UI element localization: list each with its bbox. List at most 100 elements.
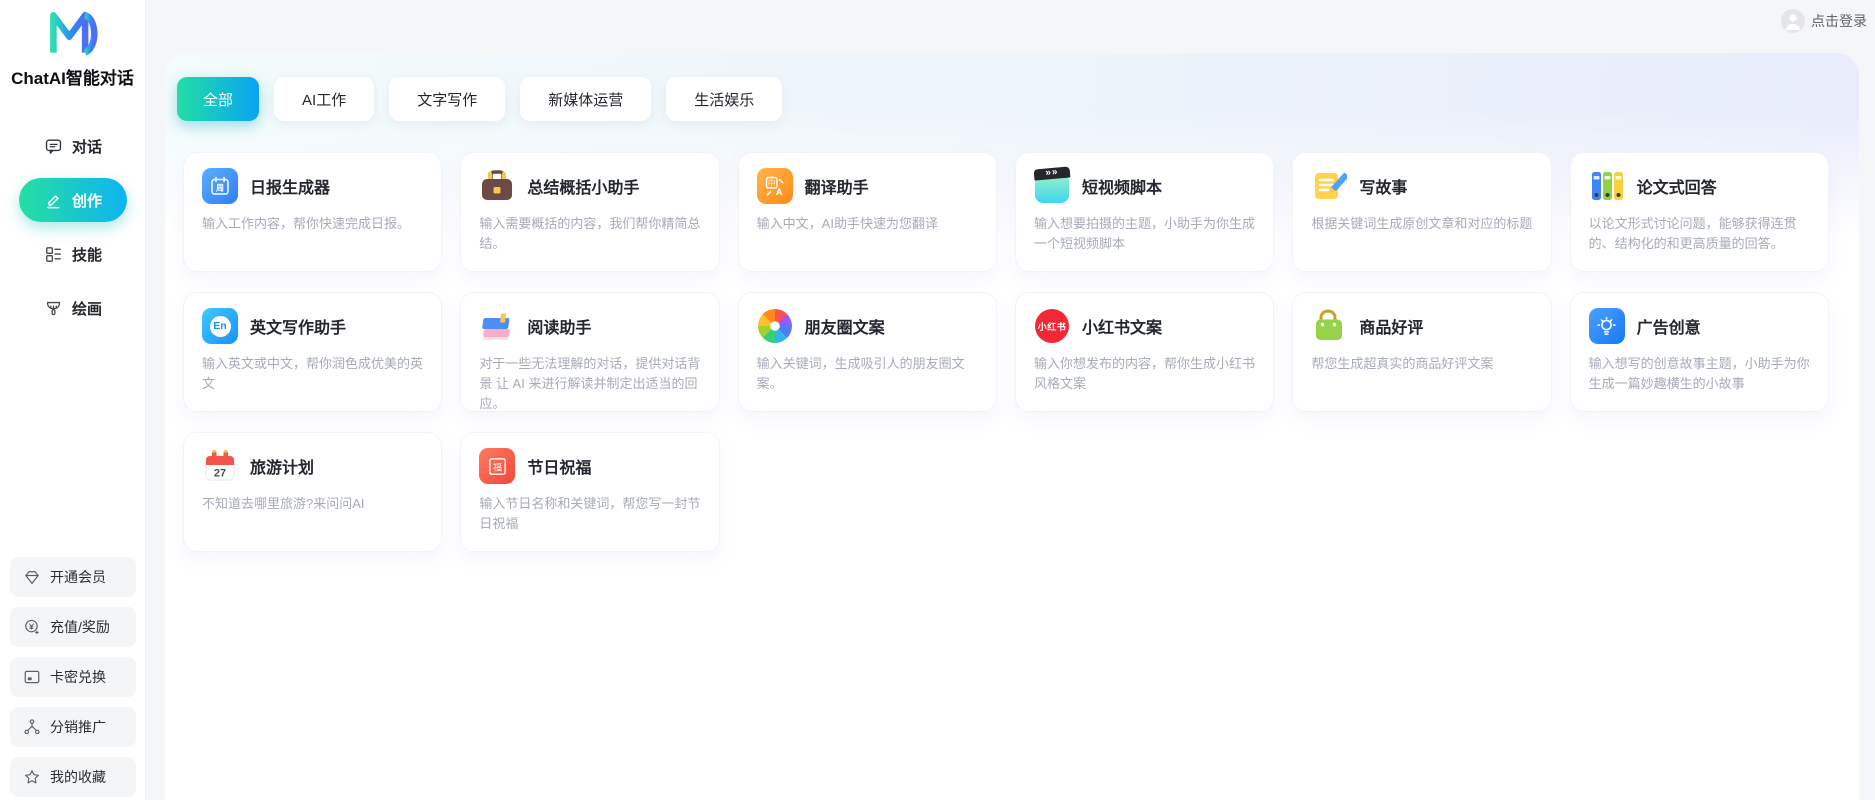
fu-icon: 福 (479, 448, 516, 484)
briefcase-icon (479, 168, 515, 204)
app-title: ChatAI智能对话 (11, 69, 134, 88)
sidebar-item-label: 技能 (71, 246, 102, 264)
card-desc: 输入想写的创意故事主题，小助手为你生成一篇妙趣横生的小故事 (1588, 356, 1810, 391)
card-title: 论文式回答 (1636, 180, 1717, 197)
calendar-27-icon: 27 (202, 448, 238, 484)
tab-label: 全部 (203, 91, 234, 109)
card-title: 英文写作助手 (250, 320, 347, 337)
card-desc: 以论文形式讨论问题，能够获得连贯的、结构化的和更高质量的回答。 (1588, 216, 1797, 251)
card-thesis-answer[interactable]: 论文式回答以论文形式讨论问题，能够获得连贯的、结构化的和更高质量的回答。 (1569, 152, 1829, 272)
card-translate[interactable]: 中 A 翻译助手输入中文，AI助手快速为您翻译 (737, 152, 997, 272)
card-reading[interactable]: 阅读助手对于一些无法理解的对话，提供对话背景 让 AI 来进行解读并制定出适当的… (460, 292, 720, 412)
card-moments-copy[interactable]: 朋友圈文案输入关键词，生成吸引人的朋友圈文案。 (737, 292, 997, 412)
card-summary[interactable]: 总结概括小助手输入需要概括的内容，我们帮你精简总结。 (460, 152, 720, 272)
card-header: 周 日报生成器 (202, 167, 423, 205)
card-title: 总结概括小助手 (527, 180, 640, 197)
gem-icon (23, 568, 41, 586)
share-network-icon (23, 718, 41, 736)
card-desc: 输入工作内容，帮你快速完成日报。 (202, 216, 411, 231)
card-ad-creative[interactable]: 广告创意输入想写的创意故事主题，小助手为你生成一篇妙趣横生的小故事 (1569, 292, 1829, 412)
sidebar-item-label: 充值/奖励 (50, 619, 110, 635)
sidebar-item-affiliate[interactable]: 分销推广 (10, 707, 136, 747)
card-desc: 输入英文或中文，帮你润色成优美的英文 (202, 356, 424, 391)
card-header: 27 旅游计划 (202, 447, 423, 485)
card-header: 中 A 翻译助手 (756, 167, 978, 205)
card-short-video[interactable]: »» 短视频脚本 输入想要拍摄的主题，小助手为你生成一个短视频脚本 (1015, 152, 1275, 272)
card-header: 论文式回答 (1589, 167, 1810, 205)
card-desc: 根据关键词生成原创文章和对应的标题 (1311, 216, 1533, 231)
card-daily-report[interactable]: 周 日报生成器输入工作内容，帮你快速完成日报。 (183, 152, 443, 272)
card-desc: 输入需要概括的内容，我们帮你精简总结。 (479, 216, 701, 251)
tab-ai-work[interactable]: AI工作 (274, 77, 375, 121)
card-story[interactable]: 写故事根据关键词生成原创文章和对应的标题 (1292, 152, 1552, 272)
sidebar-item-membership[interactable]: 开通会员 (10, 557, 136, 597)
binders-icon (1589, 168, 1625, 204)
sidebar-utilities: 开通会员充值/奖励卡密兑换分销推广我的收藏 (10, 557, 136, 797)
tab-label: 新媒体运营 (548, 91, 624, 109)
tool-card-grid: 周 日报生成器 输入工作内容，帮你快速完成日报。 总结概括小助手 输入需要概括的内容，我… (183, 152, 1829, 552)
card-title: 节日祝福 (527, 460, 592, 477)
card-title: 小红书文案 (1082, 320, 1163, 337)
card-title: 旅游计划 (250, 460, 315, 477)
tab-all[interactable]: 全部 (177, 77, 260, 121)
shopping-bag-icon (1311, 308, 1347, 344)
card-header: 朋友圈文案 (757, 307, 978, 345)
card-desc: 帮您生成超真实的商品好评文案 (1311, 356, 1494, 371)
sidebar-item-painting[interactable]: 绘画 (19, 286, 127, 330)
xiaohongshu-icon: 小红书 (1034, 308, 1070, 344)
card-title: 短视频脚本 (1082, 180, 1163, 197)
card-header: »» 短视频脚本 (1033, 166, 1255, 205)
card-title: 商品好评 (1359, 320, 1424, 337)
card-title: 阅读助手 (527, 320, 592, 337)
tab-label: AI工作 (302, 91, 347, 109)
tab-new-media[interactable]: 新媒体运营 (520, 77, 652, 121)
coin-icon (23, 618, 41, 636)
card-title: 广告创意 (1636, 320, 1701, 337)
tab-label: 生活娱乐 (694, 91, 755, 109)
card-product-review[interactable]: 商品好评帮您生成超真实的商品好评文案 (1292, 292, 1552, 412)
card-english-writing[interactable]: En 英文写作助手输入英文或中文，帮你润色成优美的英文 (183, 292, 443, 412)
login-button[interactable]: 点击登录 (1781, 9, 1867, 33)
moments-icon (757, 308, 793, 344)
card-desc: 输入关键词，生成吸引人的朋友圈文案。 (756, 356, 965, 391)
card-title: 日报生成器 (250, 180, 331, 197)
sidebar-item-skills[interactable]: 技能 (19, 232, 127, 276)
card-header: 写故事 (1311, 167, 1532, 205)
sidebar-item-label: 绘画 (71, 300, 102, 318)
sidebar-item-creation[interactable]: 创作 (19, 178, 127, 222)
card-travel-plan[interactable]: 27 旅游计划不知道去哪里旅游?来问问AI (183, 432, 443, 552)
books-icon (479, 308, 515, 344)
card-header: 福 节日祝福 (479, 447, 700, 485)
svg-text:A: A (775, 187, 782, 198)
translate-icon: 中A (756, 168, 793, 204)
main-panel: 全部 AI工作 文字写作 新媒体运营 生活娱乐 周 日报生成器输入工作内容，帮你快速完成日… (165, 53, 1859, 800)
login-label: 点击登录 (1811, 13, 1867, 29)
card-desc: 对于一些无法理解的对话，提供对话背景 让 AI 来进行解读并制定出适当的回应。 (479, 356, 701, 411)
sidebar-item-card-redeem[interactable]: 卡密兑换 (10, 657, 136, 697)
english-icon: En (202, 308, 238, 344)
card-header: 广告创意 (1588, 307, 1810, 345)
card-header: En 英文写作助手 (202, 307, 423, 345)
card-xiaohongshu-copy[interactable]: 小红书 小红书文案输入你想发布的内容，帮你生成小红书风格文案 (1015, 292, 1275, 412)
brush-icon (44, 299, 63, 318)
sidebar-item-label: 开通会员 (50, 569, 106, 585)
sidebar-item-favorites[interactable]: 我的收藏 (10, 757, 136, 797)
card-desc: 输入你想发布的内容，帮你生成小红书风格文案 (1034, 356, 1256, 391)
chat-bubble-icon (44, 137, 63, 156)
user-avatar-icon (1781, 9, 1805, 33)
tab-text-writing[interactable]: 文字写作 (389, 77, 506, 121)
svg-text:福: 福 (493, 461, 502, 472)
sidebar-item-label: 创作 (71, 192, 102, 210)
sidebar-item-label: 分销推广 (50, 719, 106, 735)
tab-life-fun[interactable]: 生活娱乐 (666, 77, 783, 121)
grid-icon (44, 245, 63, 264)
svg-text:中: 中 (768, 178, 776, 188)
category-tabs: 全部 AI工作 文字写作 新媒体运营 生活娱乐 (177, 77, 783, 121)
card-desc: 输入中文，AI助手快速为您翻译 (756, 216, 938, 231)
card-festival-wishes[interactable]: 福 节日祝福 输入节日名称和关键词，帮您写一封节日祝福 (460, 432, 720, 552)
sidebar-item-recharge[interactable]: 充值/奖励 (10, 607, 136, 647)
sidebar-item-label: 对话 (71, 138, 102, 156)
sidebar-item-chat[interactable]: 对话 (19, 124, 127, 168)
app-logo (45, 8, 101, 63)
card-desc: 不知道去哪里旅游?来问问AI (202, 496, 365, 511)
